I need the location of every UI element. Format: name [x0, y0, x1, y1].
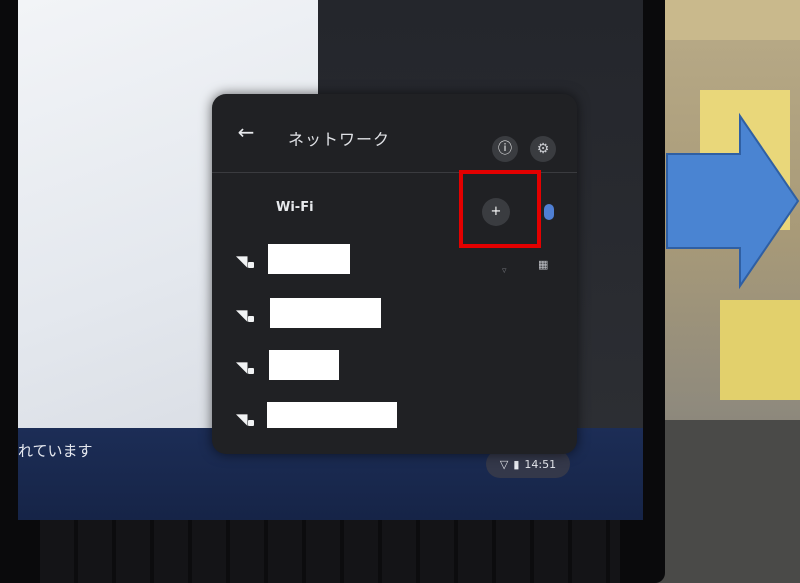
- keyboard: [40, 520, 620, 583]
- blue-arrow-icon: [666, 112, 800, 290]
- network-list-item[interactable]: ◥: [212, 244, 577, 284]
- network-name-redacted: [269, 350, 339, 380]
- wifi-toggle[interactable]: [544, 204, 554, 220]
- highlight-box: [459, 170, 541, 248]
- panel-header: [212, 94, 577, 172]
- wifi-locked-icon: ◥: [236, 358, 248, 376]
- network-list-item[interactable]: ◥: [212, 350, 577, 390]
- lock-icon: [248, 262, 254, 268]
- network-list-item[interactable]: ◥: [212, 402, 577, 442]
- network-panel: ← ネットワーク ⓘ ⚙ Wi-Fi + ▦ ▿ ◥ ◥ ◥ ◥: [212, 94, 577, 454]
- lock-icon: [248, 368, 254, 374]
- background-box: [660, 0, 800, 40]
- lock-icon: [248, 420, 254, 426]
- notification-text: れています: [18, 442, 93, 460]
- network-name-redacted: [267, 402, 397, 428]
- arrow-shape: [666, 112, 800, 290]
- info-icon[interactable]: ⓘ: [492, 136, 518, 162]
- network-name-redacted: [268, 244, 350, 274]
- settings-gear-icon[interactable]: ⚙: [530, 136, 556, 162]
- clock: 14:51: [524, 457, 557, 471]
- panel-title: ネットワーク: [288, 130, 391, 149]
- wifi-label: Wi-Fi: [276, 200, 314, 215]
- network-list-item[interactable]: ◥: [212, 298, 577, 338]
- wifi-status-icon: ▽: [499, 457, 509, 471]
- wifi-locked-icon: ◥: [236, 306, 248, 324]
- wifi-locked-icon: ◥: [236, 252, 248, 270]
- network-name-redacted: [270, 298, 381, 328]
- status-tray[interactable]: ▽ ▮ 14:51: [486, 450, 570, 478]
- background-yellow-shelf-lower: [720, 300, 800, 400]
- wifi-locked-icon: ◥: [236, 410, 248, 428]
- back-arrow-icon[interactable]: ←: [234, 120, 258, 144]
- lock-icon: [248, 316, 254, 322]
- battery-icon: ▮: [513, 457, 520, 471]
